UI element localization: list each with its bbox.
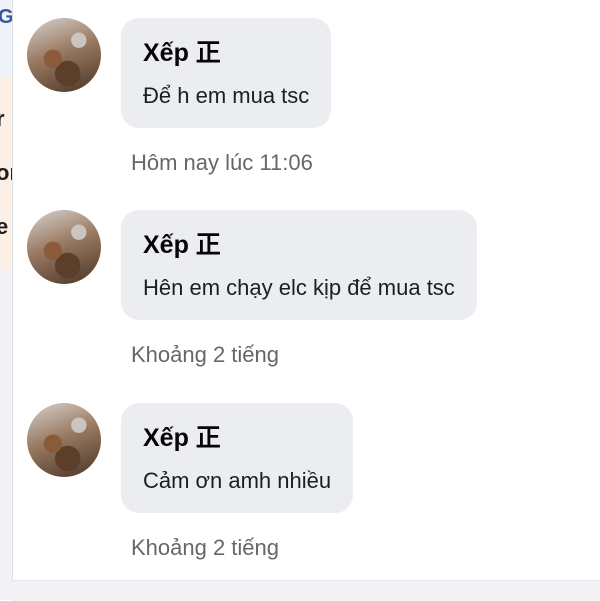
comment-bubble: Xếp 正 Hên em chạy elc kịp để mua tsc <box>121 210 477 320</box>
comment-author[interactable]: Xếp 正 <box>143 230 455 260</box>
comment-timestamp[interactable]: Khoảng 2 tiếng <box>131 535 279 561</box>
comment-text: Để h em mua tsc <box>143 83 310 108</box>
comment-text: Hên em chạy elc kịp để mua tsc <box>143 275 455 300</box>
background-text-fragment: r <box>0 106 5 131</box>
comment-timestamp[interactable]: Hôm nay lúc 11:06 <box>131 150 313 176</box>
comment-author[interactable]: Xếp 正 <box>143 423 331 453</box>
panel-footer <box>12 580 600 601</box>
comment-text: Cảm ơn amh nhiều <box>143 468 332 493</box>
comments-panel: Xếp 正 Để h em mua tsc Hôm nay lúc 11:06 … <box>12 0 600 580</box>
comment-bubble: Xếp 正 Để h em mua tsc <box>121 18 332 128</box>
avatar[interactable] <box>27 18 101 92</box>
avatar[interactable] <box>27 403 101 477</box>
comment-bubble: Xếp 正 Cảm ơn amh nhiều <box>121 403 354 513</box>
background-text-fragment: e <box>0 214 9 239</box>
comment-timestamp[interactable]: Khoảng 2 tiếng <box>131 342 279 368</box>
avatar[interactable] <box>27 210 101 284</box>
comment-author[interactable]: Xếp 正 <box>143 38 309 68</box>
